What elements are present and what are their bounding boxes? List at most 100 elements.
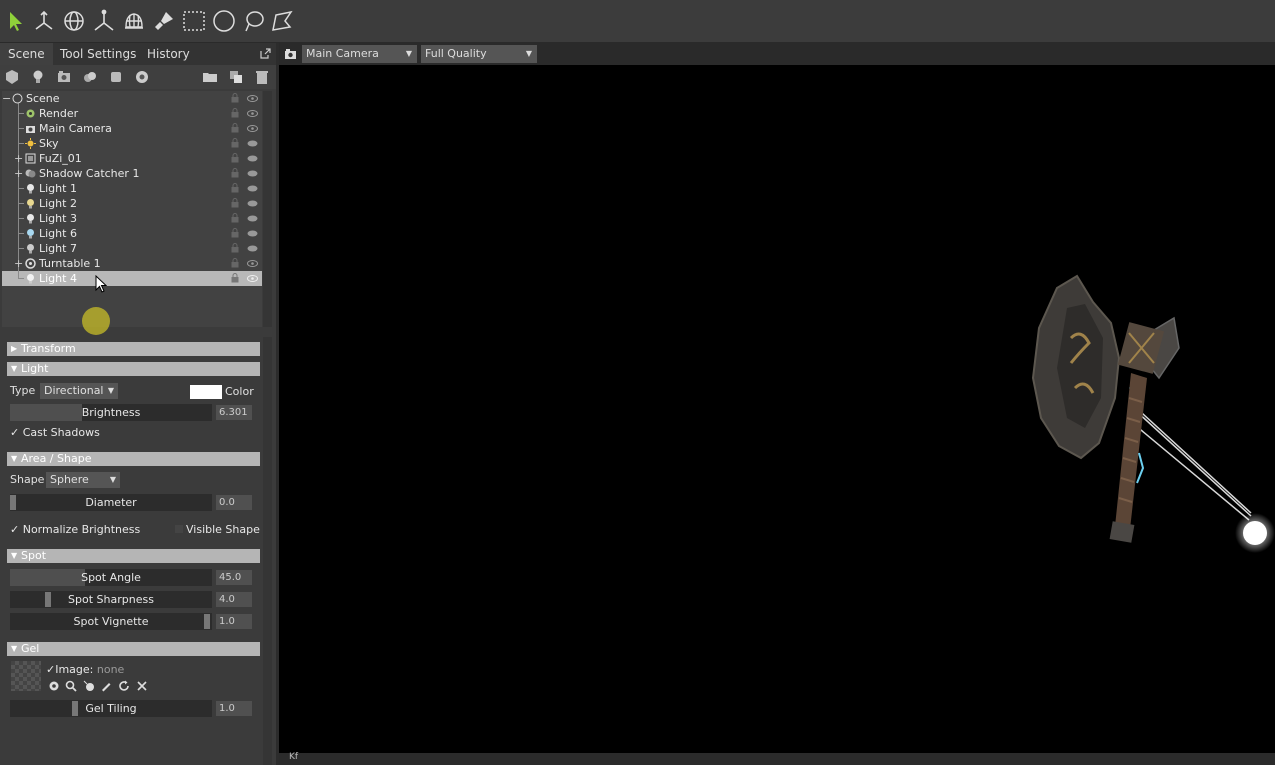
- visibility-eye-icon[interactable]: [247, 95, 258, 102]
- search-icon[interactable]: [65, 680, 77, 692]
- eyedropper-icon[interactable]: [83, 680, 95, 692]
- lock-icon[interactable]: [231, 273, 239, 283]
- tab-tool-settings[interactable]: Tool Settings: [52, 43, 144, 65]
- add-light-icon[interactable]: [30, 69, 46, 85]
- lock-icon[interactable]: [231, 123, 239, 133]
- paint-brush-icon[interactable]: [150, 7, 178, 35]
- outliner-row-scene[interactable]: − Scene: [2, 91, 262, 106]
- outliner-scrollbar[interactable]: [263, 91, 272, 327]
- visibility-eye-icon[interactable]: [247, 260, 258, 267]
- visibility-eye-icon[interactable]: [247, 215, 258, 222]
- diameter-slider[interactable]: Diameter: [10, 494, 212, 511]
- lock-icon[interactable]: [231, 243, 239, 253]
- poly-select-icon[interactable]: [268, 7, 296, 35]
- visibility-eye-icon[interactable]: [247, 110, 258, 117]
- brightness-value[interactable]: 6.301: [216, 405, 252, 420]
- diameter-value[interactable]: 0.0: [216, 495, 252, 510]
- outliner-row-light-3[interactable]: Light 3: [2, 211, 262, 226]
- lock-icon[interactable]: [231, 183, 239, 193]
- outliner-row-sky[interactable]: Sky: [2, 136, 262, 151]
- outliner-row-fuzi[interactable]: + FuZi_01: [2, 151, 262, 166]
- rect-select-icon[interactable]: [180, 7, 208, 35]
- lock-icon[interactable]: [231, 258, 239, 268]
- gel-tiling-value[interactable]: 1.0: [216, 701, 252, 716]
- add-mesh-icon[interactable]: [4, 69, 20, 85]
- outliner-label: Sky: [39, 137, 59, 150]
- lock-icon[interactable]: [231, 93, 239, 103]
- add-shadow-catcher-icon[interactable]: [108, 69, 124, 85]
- add-turntable-icon[interactable]: [134, 69, 150, 85]
- outliner-row-shadow-catcher[interactable]: + Shadow Catcher 1: [2, 166, 262, 181]
- lock-icon[interactable]: [231, 228, 239, 238]
- lock-icon[interactable]: [231, 198, 239, 208]
- add-camera-icon[interactable]: [56, 69, 72, 85]
- outliner-row-light-1[interactable]: Light 1: [2, 181, 262, 196]
- light-type-dropdown[interactable]: Directional ▼: [40, 383, 118, 399]
- lock-icon[interactable]: [231, 138, 239, 148]
- outliner-row-light-6[interactable]: Light 6: [2, 226, 262, 241]
- visibility-eye-icon[interactable]: [247, 245, 258, 252]
- outliner-row-render[interactable]: Render: [2, 106, 262, 121]
- light-color-swatch[interactable]: [190, 385, 222, 399]
- light-section-header[interactable]: ▼ Light: [7, 362, 260, 376]
- rotate-gizmo-icon[interactable]: [60, 7, 88, 35]
- visibility-eye-icon[interactable]: [247, 155, 258, 162]
- lock-icon[interactable]: [231, 213, 239, 223]
- spot-sharpness-slider[interactable]: Spot Sharpness: [10, 591, 212, 608]
- visibility-eye-icon[interactable]: [247, 185, 258, 192]
- spot-angle-slider[interactable]: Spot Angle: [10, 569, 212, 586]
- 3d-viewport[interactable]: Main Camera ▼ Full Quality ▼ Kf: [279, 43, 1275, 765]
- spot-angle-value[interactable]: 45.0: [216, 570, 252, 585]
- duplicate-icon[interactable]: [228, 69, 244, 85]
- outliner-row-turntable[interactable]: + Turntable 1: [2, 256, 262, 271]
- transform-section-header[interactable]: ▶ Transform: [7, 342, 260, 356]
- gel-image-thumbnail[interactable]: [11, 661, 41, 691]
- ellipse-select-icon[interactable]: [210, 7, 238, 35]
- mesh-sphere-icon[interactable]: [120, 7, 148, 35]
- add-group-icon[interactable]: [82, 69, 98, 85]
- outliner-row-light-4[interactable]: Light 4: [2, 271, 262, 286]
- delete-icon[interactable]: [254, 69, 270, 85]
- lasso-select-icon[interactable]: [240, 7, 268, 35]
- gel-section-header[interactable]: ▼ Gel: [7, 642, 260, 656]
- refresh-icon[interactable]: [118, 680, 130, 692]
- visibility-eye-icon[interactable]: [247, 125, 258, 132]
- area-shape-section-header[interactable]: ▼ Area / Shape: [7, 452, 260, 466]
- popout-icon[interactable]: [260, 48, 271, 59]
- brightness-slider[interactable]: Brightness: [10, 404, 212, 421]
- close-icon[interactable]: [136, 680, 148, 692]
- lock-icon[interactable]: [231, 153, 239, 163]
- visibility-eye-icon[interactable]: [247, 170, 258, 177]
- pencil-icon[interactable]: [100, 680, 112, 692]
- visibility-eye-icon[interactable]: [247, 140, 258, 147]
- visibility-eye-icon[interactable]: [247, 275, 258, 282]
- camera-select[interactable]: Main Camera ▼: [302, 45, 417, 63]
- scale-gizmo-icon[interactable]: [90, 7, 118, 35]
- properties-scrollbar[interactable]: [263, 337, 272, 765]
- gear-icon[interactable]: [48, 680, 60, 692]
- move-gizmo-icon[interactable]: [30, 7, 58, 35]
- lock-icon[interactable]: [231, 168, 239, 178]
- normalize-brightness-checkbox[interactable]: ✓ Normalize Brightness: [10, 523, 140, 536]
- outliner-row-light-2[interactable]: Light 2: [2, 196, 262, 211]
- spot-vignette-value[interactable]: 1.0: [216, 614, 252, 629]
- outliner-row-light-7[interactable]: Light 7: [2, 241, 262, 256]
- type-label: Type: [10, 384, 36, 397]
- tab-scene[interactable]: Scene: [0, 43, 53, 65]
- spot-vignette-slider[interactable]: Spot Vignette: [10, 613, 212, 630]
- quality-select[interactable]: Full Quality ▼: [421, 45, 537, 63]
- timeline-tab[interactable]: Kf: [289, 752, 298, 762]
- tab-history[interactable]: History: [139, 43, 198, 65]
- spot-section-header[interactable]: ▼ Spot: [7, 549, 260, 563]
- visibility-eye-icon[interactable]: [247, 230, 258, 237]
- select-arrow-icon[interactable]: [2, 7, 30, 35]
- gel-tiling-slider[interactable]: Gel Tiling: [10, 700, 212, 717]
- lock-icon[interactable]: [231, 108, 239, 118]
- cast-shadows-checkbox[interactable]: ✓ Cast Shadows: [10, 426, 100, 439]
- spot-sharpness-value[interactable]: 4.0: [216, 592, 252, 607]
- visibility-eye-icon[interactable]: [247, 200, 258, 207]
- shape-dropdown[interactable]: Sphere ▼: [46, 472, 120, 488]
- visible-shape-checkbox[interactable]: Visible Shape: [175, 523, 260, 536]
- outliner-row-main-camera[interactable]: Main Camera: [2, 121, 262, 136]
- new-folder-icon[interactable]: [202, 69, 218, 85]
